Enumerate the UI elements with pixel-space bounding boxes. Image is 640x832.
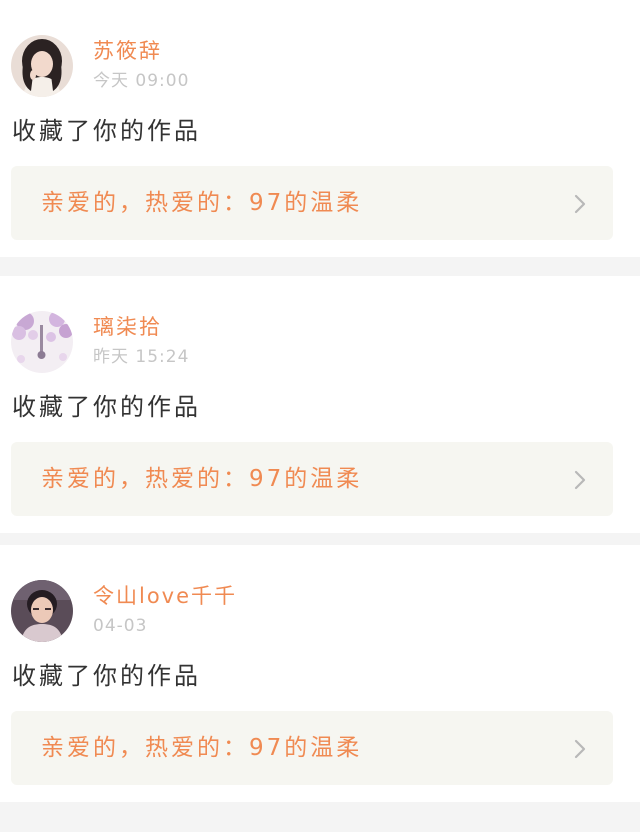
work-link-card[interactable]: 亲爱的，热爱的：97的温柔: [11, 166, 613, 240]
chevron-right-icon: [573, 469, 587, 491]
user-avatar-girl-icon: [11, 35, 73, 97]
action-text: 收藏了你的作品: [12, 662, 201, 690]
action-text: 收藏了你的作品: [12, 117, 201, 145]
timestamp: 04-03: [93, 616, 148, 636]
notification-card: 令山love千千 04-03 收藏了你的作品 亲爱的，热爱的：97的温柔: [0, 545, 640, 802]
work-link-card[interactable]: 亲爱的，热爱的：97的温柔: [11, 711, 613, 785]
notification-feed: 苏筱辞 今天 09:00 收藏了你的作品 亲爱的，热爱的：97的温柔 璃柒拾 昨…: [0, 0, 640, 832]
work-title: 亲爱的，热爱的：97的温柔: [41, 190, 363, 216]
username[interactable]: 令山love千千: [93, 583, 237, 609]
action-text: 收藏了你的作品: [12, 393, 201, 421]
notification-card: 璃柒拾 昨天 15:24 收藏了你的作品 亲爱的，热爱的：97的温柔: [0, 276, 640, 533]
work-link-card[interactable]: 亲爱的，热爱的：97的温柔: [11, 442, 613, 516]
username[interactable]: 璃柒拾: [93, 314, 162, 340]
timestamp: 今天 09:00: [93, 71, 190, 91]
work-title: 亲爱的，热爱的：97的温柔: [41, 735, 363, 761]
user-avatar-wisteria-icon: [11, 311, 73, 373]
work-title: 亲爱的，热爱的：97的温柔: [41, 466, 363, 492]
username[interactable]: 苏筱辞: [93, 38, 162, 64]
notification-card: 苏筱辞 今天 09:00 收藏了你的作品 亲爱的，热爱的：97的温柔: [0, 0, 640, 257]
user-avatar[interactable]: [11, 35, 73, 97]
user-avatar[interactable]: [11, 311, 73, 373]
chevron-right-icon: [573, 193, 587, 215]
timestamp: 昨天 15:24: [93, 347, 190, 367]
chevron-right-icon: [573, 738, 587, 760]
user-avatar[interactable]: [11, 580, 73, 642]
user-avatar-boy-icon: [11, 580, 73, 642]
